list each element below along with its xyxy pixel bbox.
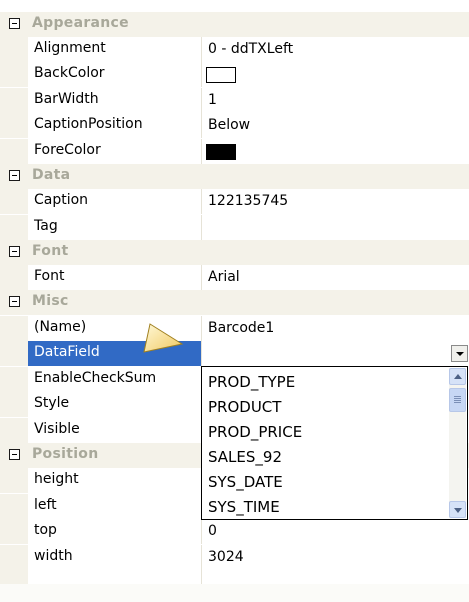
property-value-cell[interactable]: 3024	[201, 545, 469, 570]
list-item[interactable]: SYS_DATE	[208, 473, 283, 491]
property-name: BackColor	[34, 65, 105, 81]
property-name: ForeColor	[34, 142, 101, 158]
datafield-dropdown-list[interactable]: PROD_TYPE PRODUCT PROD_PRICE SALES_92 SY…	[201, 366, 468, 520]
property-value-cell[interactable]: Barcode1	[201, 316, 469, 341]
property-name: Visible	[34, 421, 80, 437]
datafield-combobox[interactable]	[201, 341, 469, 366]
category-label: Position	[32, 446, 99, 462]
property-value: 0	[208, 523, 217, 539]
property-row-top[interactable]: top 0	[0, 519, 469, 544]
property-name: Caption	[34, 192, 89, 208]
property-value-cell[interactable]: 0	[201, 519, 469, 544]
collapse-icon[interactable]	[9, 449, 20, 460]
property-row-datafield[interactable]: DataField	[0, 341, 469, 366]
property-value: Barcode1	[208, 320, 275, 336]
property-row-font[interactable]: Font Arial	[0, 265, 469, 290]
color-swatch[interactable]	[206, 144, 236, 160]
property-name: DataField	[34, 344, 100, 360]
collapse-icon[interactable]	[9, 18, 20, 29]
dropdown-arrow-button[interactable]	[451, 345, 468, 362]
category-appearance[interactable]: Appearance	[0, 12, 469, 37]
list-item[interactable]: PROD_TYPE	[208, 373, 295, 391]
property-row-forecolor[interactable]: ForeColor	[0, 139, 469, 164]
list-item[interactable]: PRODUCT	[208, 398, 281, 416]
property-name: Font	[34, 268, 65, 284]
property-value: 1	[208, 92, 217, 108]
collapse-icon[interactable]	[9, 246, 20, 257]
property-row-barwidth[interactable]: BarWidth 1	[0, 88, 469, 113]
property-name: EnableCheckSum	[34, 370, 157, 386]
category-data[interactable]: Data	[0, 164, 469, 189]
property-value: Below	[208, 117, 251, 133]
list-item[interactable]: PROD_PRICE	[208, 423, 302, 441]
empty-row	[0, 570, 469, 584]
category-label: Data	[32, 167, 71, 183]
scroll-thumb[interactable]	[449, 388, 466, 412]
list-scrollbar[interactable]	[449, 368, 466, 518]
collapse-icon[interactable]	[9, 296, 20, 307]
property-name: Style	[34, 395, 70, 411]
property-grid: Appearance Alignment 0 - ddTXLeft BackCo…	[0, 0, 469, 602]
category-label: Font	[32, 243, 69, 259]
collapse-icon[interactable]	[9, 170, 20, 181]
category-label: Misc	[32, 293, 69, 309]
property-name: Tag	[34, 218, 58, 234]
property-value: 122135745	[208, 193, 289, 209]
property-value-cell[interactable]: 1	[201, 88, 469, 113]
grid-bottom	[0, 584, 469, 602]
callout-pointer-icon	[143, 323, 184, 353]
property-name: CaptionPosition	[34, 116, 143, 132]
property-value-cell[interactable]	[201, 139, 469, 164]
property-value-cell[interactable]	[201, 215, 469, 240]
property-value-cell[interactable]: 0 - ddTXLeft	[201, 37, 469, 62]
property-name: left	[34, 497, 57, 513]
category-misc[interactable]: Misc	[0, 290, 469, 315]
scroll-down-icon[interactable]	[449, 501, 466, 518]
list-item[interactable]: SALES_92	[208, 448, 282, 466]
property-value: 0 - ddTXLeft	[208, 41, 294, 57]
category-font[interactable]: Font	[0, 240, 469, 265]
property-row-name[interactable]: (Name) Barcode1	[0, 316, 469, 341]
property-row-caption[interactable]: Caption 122135745	[0, 189, 469, 214]
property-name: width	[34, 548, 73, 564]
property-row-tag[interactable]: Tag	[0, 215, 469, 240]
list-item[interactable]: SYS_TIME	[208, 498, 280, 516]
property-value-cell[interactable]	[201, 62, 469, 87]
property-row-backcolor[interactable]: BackColor	[0, 62, 469, 87]
property-row-width[interactable]: width 3024	[0, 545, 469, 570]
property-name: (Name)	[34, 319, 87, 335]
property-name: Alignment	[34, 40, 106, 56]
property-value: Arial	[208, 269, 240, 285]
scroll-up-icon[interactable]	[449, 368, 466, 385]
property-value: 3024	[208, 549, 244, 565]
property-row-alignment[interactable]: Alignment 0 - ddTXLeft	[0, 37, 469, 62]
property-value-cell[interactable]: 122135745	[201, 189, 469, 214]
property-name: height	[34, 471, 79, 487]
property-name: top	[34, 522, 57, 538]
property-row-captionposition[interactable]: CaptionPosition Below	[0, 113, 469, 138]
property-name: BarWidth	[34, 91, 99, 107]
property-value-cell[interactable]: Below	[201, 113, 469, 138]
color-swatch[interactable]	[206, 67, 236, 83]
property-value-cell[interactable]: Arial	[201, 265, 469, 290]
category-label: Appearance	[32, 15, 129, 31]
